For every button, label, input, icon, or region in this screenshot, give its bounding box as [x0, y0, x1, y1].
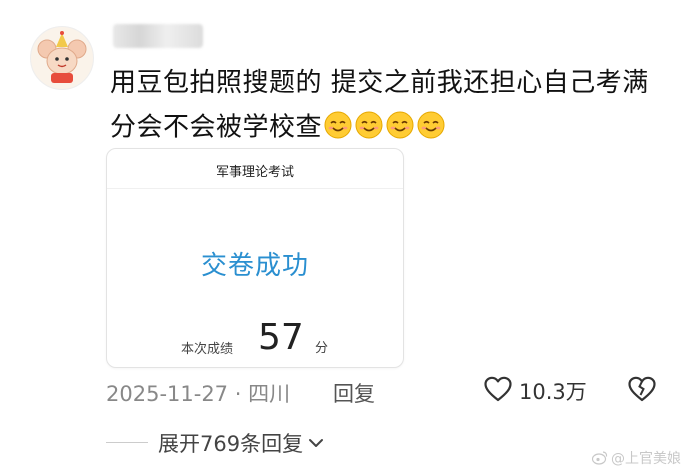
expand-replies-button[interactable]: 展开769条回复 — [158, 428, 325, 458]
exam-result-image[interactable]: 军事理论考试 交卷成功 本次成绩 57 分 — [106, 148, 404, 368]
broken-heart-icon — [628, 376, 656, 402]
avatar[interactable] — [30, 26, 94, 90]
comment-date-location: 2025-11-27 · 四川 — [106, 382, 291, 406]
watermark: @上官美娘 — [592, 448, 681, 468]
cartoon-avatar-icon — [31, 27, 93, 89]
smiling-face-icon — [417, 110, 445, 152]
score-unit: 分 — [315, 341, 329, 356]
submit-status: 交卷成功 — [200, 251, 309, 281]
exam-title: 军事理论考试 — [215, 165, 294, 180]
expand-replies-label: 展开769条回复 — [158, 432, 304, 456]
smiling-face-icon — [355, 110, 383, 152]
smiling-face-icon — [324, 110, 352, 152]
card-divider — [107, 188, 403, 189]
score-label: 本次成绩 — [181, 342, 234, 357]
chevron-down-icon — [307, 434, 325, 452]
score-value: 57 — [258, 317, 304, 358]
dislike-button[interactable] — [627, 375, 657, 407]
heart-icon — [483, 375, 513, 407]
like-count: 10.3万 — [519, 380, 587, 404]
weibo-icon — [592, 451, 608, 465]
reply-button[interactable]: 回复 — [333, 378, 375, 408]
watermark-text: @上官美娘 — [611, 451, 681, 467]
like-button[interactable]: 10.3万 — [483, 375, 587, 407]
expand-divider — [106, 442, 148, 443]
username-blurred[interactable] — [113, 24, 203, 48]
comment-body: 用豆包拍照搜题的 提交之前我还担心自己考满分会不会被学校查 — [110, 62, 675, 152]
emoji-group — [324, 104, 448, 152]
smiling-face-icon — [386, 110, 414, 152]
